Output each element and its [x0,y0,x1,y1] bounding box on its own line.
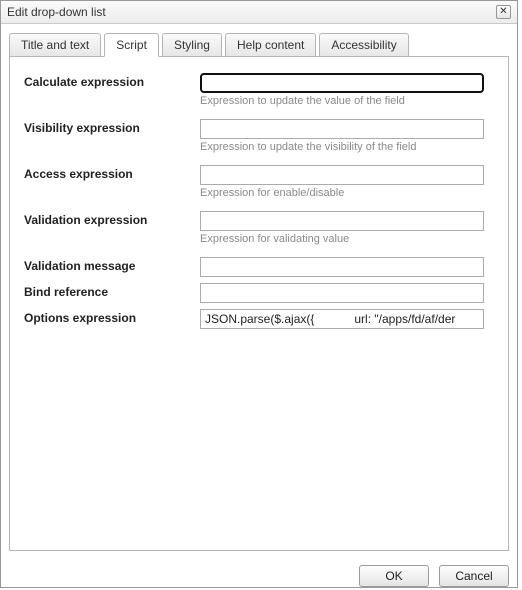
visibility-expression-field-col: Expression to update the visibility of t… [200,119,494,159]
validation-message-label: Validation message [24,257,182,273]
tab-script[interactable]: Script [104,33,159,57]
close-icon: ✕ [499,7,507,17]
visibility-expression-input[interactable] [200,119,484,139]
calculate-expression-hint: Expression to update the value of the fi… [200,95,494,107]
ok-button[interactable]: OK [359,565,429,587]
bind-reference-input[interactable] [200,283,484,303]
access-expression-input[interactable] [200,165,484,185]
tab-styling[interactable]: Styling [162,33,222,57]
access-expression-hint: Expression for enable/disable [200,187,494,199]
bind-reference-label: Bind reference [24,283,182,299]
tab-accessibility[interactable]: Accessibility [319,33,408,57]
close-button[interactable]: ✕ [496,5,511,19]
calculate-expression-label: Calculate expression [24,73,182,89]
validation-expression-field-col: Expression for validating value [200,211,494,251]
validation-expression-input[interactable] [200,211,484,231]
calculate-expression-input[interactable] [200,73,484,93]
access-expression-label: Access expression [24,165,182,181]
validation-message-field-col [200,257,494,277]
window-title: Edit drop-down list [7,5,496,19]
edit-dropdown-dialog: Edit drop-down list ✕ Title and text Scr… [0,0,518,588]
visibility-expression-label: Visibility expression [24,119,182,135]
tab-title-and-text[interactable]: Title and text [9,33,101,57]
options-expression-field-col [200,309,494,329]
options-expression-input[interactable] [200,309,484,329]
cancel-button[interactable]: Cancel [439,565,509,587]
tab-body: Calculate expression Expression to updat… [9,56,509,551]
validation-message-input[interactable] [200,257,484,277]
calculate-expression-field-col: Expression to update the value of the fi… [200,73,494,113]
access-expression-field-col: Expression for enable/disable [200,165,494,205]
script-form: Calculate expression Expression to updat… [10,57,508,343]
tab-strip: Title and text Script Styling Help conte… [1,24,517,56]
tab-help-content[interactable]: Help content [225,33,316,57]
titlebar: Edit drop-down list ✕ [1,1,517,24]
options-expression-label: Options expression [24,309,182,325]
validation-expression-hint: Expression for validating value [200,233,494,245]
bind-reference-field-col [200,283,494,303]
visibility-expression-hint: Expression to update the visibility of t… [200,141,494,153]
button-bar: OK Cancel [1,559,517,587]
validation-expression-label: Validation expression [24,211,182,227]
